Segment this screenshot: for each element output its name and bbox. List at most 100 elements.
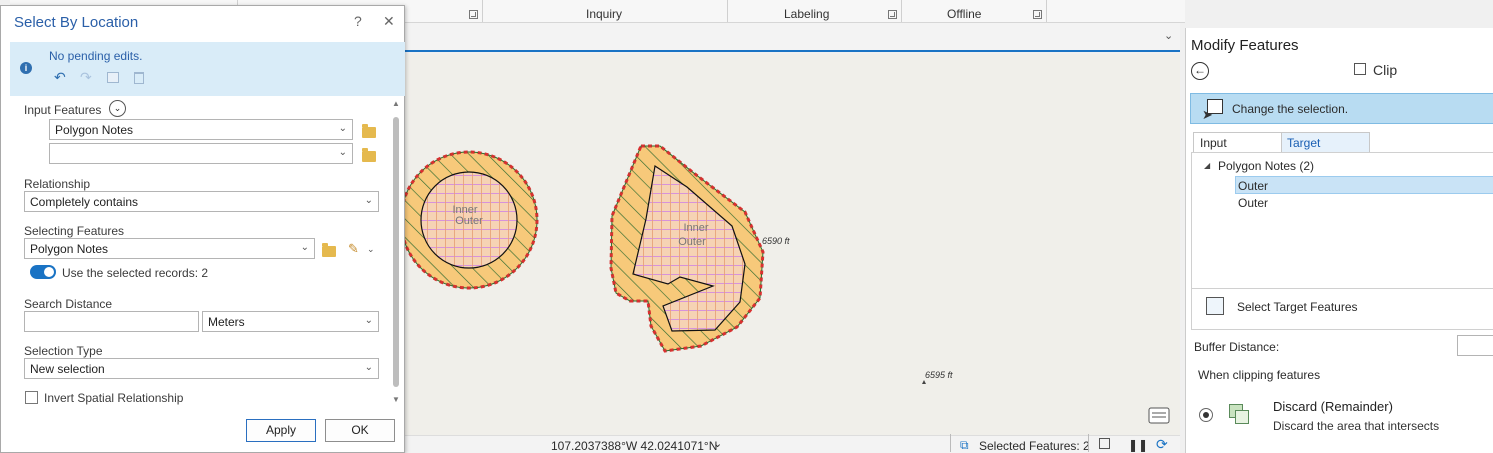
input-feature-2-select[interactable]: ⌄ <box>49 143 353 164</box>
tab-input-features[interactable]: Input Features <box>1193 132 1282 164</box>
invert-checkbox[interactable] <box>25 391 38 404</box>
option-description: Discard the area that intersects <box>1273 419 1440 433</box>
divider <box>1192 288 1493 289</box>
instruction-bar: ➤ Change the selection. <box>1190 93 1493 124</box>
app-edge <box>0 0 10 5</box>
map-view[interactable]: Inner Outer Inner Outer 6590 ft 6595 ft <box>405 54 1180 435</box>
input-features-label: Input Features <box>24 103 102 117</box>
edits-status-bar: i No pending edits. ↶ ↷ <box>10 42 405 96</box>
selection-type-select[interactable]: New selection ⌄ <box>24 358 379 379</box>
selected-features-icon: ⧉ <box>960 438 969 452</box>
option-title[interactable]: Discard (Remainder) <box>1273 399 1393 414</box>
help-button[interactable]: ? <box>354 13 362 29</box>
tree-item[interactable]: Outer <box>1238 196 1268 210</box>
tree-item-selected[interactable]: Outer <box>1235 176 1493 194</box>
ok-button[interactable]: OK <box>325 419 395 442</box>
selection-type-value: New selection <box>30 362 105 376</box>
coordinate-format-chevron-icon[interactable]: ⌄ <box>713 437 722 450</box>
tree-group-label[interactable]: Polygon Notes (2) <box>1218 159 1314 173</box>
select-target-button[interactable]: Select Target Features <box>1237 300 1358 314</box>
polygon-inner-label: Inner <box>683 222 708 234</box>
use-selected-label: Use the selected records: 2 <box>62 266 209 280</box>
scrollbar[interactable]: ▲ ▼ <box>391 99 401 409</box>
expand-chevron-icon[interactable]: ⌄ <box>109 100 126 117</box>
scroll-down-icon[interactable]: ▼ <box>392 395 400 404</box>
back-arrow-icon[interactable]: ← <box>1191 62 1209 80</box>
info-icon: i <box>20 62 32 74</box>
dropdown-chevron-icon: ⌄ <box>338 147 347 158</box>
discard-remainder-icon-back <box>1235 410 1249 424</box>
tab-list-chevron-icon[interactable]: ⌄ <box>1164 29 1173 42</box>
ribbon-separator <box>1046 0 1047 22</box>
radio-dot <box>1203 412 1209 418</box>
buffer-distance-input[interactable] <box>1457 335 1493 356</box>
undo-icon[interactable]: ↶ <box>54 69 66 86</box>
selected-features-count[interactable]: Selected Features: 2 <box>979 439 1090 453</box>
browse-folder-icon[interactable] <box>362 148 376 162</box>
selecting-features-select[interactable]: Polygon Notes ⌄ <box>24 238 315 259</box>
status-bar: 107.2037388°W 42.0241071°N ⌄ ⧉ Selected … <box>405 434 1180 453</box>
ribbon-group-inquiry: Inquiry <box>586 7 623 21</box>
search-distance-label: Search Distance <box>24 297 113 311</box>
instruction-text: Change the selection. <box>1232 102 1349 116</box>
relationship-label: Relationship <box>24 177 91 191</box>
tab-target-features[interactable]: Target Features <box>1281 132 1370 164</box>
polygon-outer-label: Outer <box>678 236 706 248</box>
ribbon-separator <box>482 0 483 22</box>
redo-icon[interactable]: ↷ <box>80 69 92 86</box>
dropdown-chevron-icon: ⌄ <box>338 123 347 134</box>
irregular-polygon[interactable] <box>609 144 765 353</box>
map-overview-icon[interactable] <box>1148 407 1170 424</box>
distance-unit-value: Meters <box>208 315 245 329</box>
use-selected-toggle[interactable] <box>30 265 56 279</box>
map-canvas: Inner Outer Inner Outer 6590 ft 6595 ft <box>405 144 1170 424</box>
map-tab-bar: ⌄ <box>405 23 1180 52</box>
buffer-distance-label: Buffer Distance: <box>1194 340 1280 354</box>
edits-status-text: No pending edits. <box>49 49 143 63</box>
contour-label: 6590 ft <box>762 236 790 246</box>
select-by-location-dialog: Select By Location ? ✕ i No pending edit… <box>0 5 405 453</box>
tool-name: Clip <box>1373 62 1398 78</box>
clip-tool-icon <box>1354 63 1366 75</box>
relationship-value: Completely contains <box>30 195 139 209</box>
discard-edits-icon[interactable] <box>134 72 144 84</box>
when-clipping-label: When clipping features <box>1198 368 1321 382</box>
ribbon-separator <box>727 0 728 22</box>
scrollbar-thumb[interactable] <box>393 117 399 387</box>
group-launcher-icon[interactable] <box>888 10 897 19</box>
group-launcher-icon[interactable] <box>469 10 478 19</box>
selecting-features-label: Selecting Features <box>24 224 125 238</box>
pencil-dropdown-chevron-icon[interactable]: ⌄ <box>367 244 375 255</box>
input-feature-1-select[interactable]: Polygon Notes ⌄ <box>49 119 353 140</box>
discard-radio[interactable] <box>1199 408 1213 422</box>
pause-drawing-icon[interactable]: ❚❚ <box>1128 438 1148 452</box>
collapse-triangle-icon[interactable]: ◢ <box>1204 161 1210 170</box>
browse-folder-icon[interactable] <box>322 243 336 257</box>
ribbon-separator <box>901 0 902 22</box>
toggle-knob <box>44 267 54 277</box>
filter-icon[interactable] <box>1099 438 1110 449</box>
contour-label: 6595 ft <box>925 370 953 380</box>
target-features-tree: ◢ Polygon Notes (2) Outer Outer Select T… <box>1191 152 1493 330</box>
refresh-icon[interactable]: ⟳ <box>1156 436 1168 453</box>
group-launcher-icon[interactable] <box>1033 10 1042 19</box>
invert-label: Invert Spatial Relationship <box>44 391 184 405</box>
cursor-arrow-icon: ➤ <box>1202 107 1213 122</box>
distance-unit-select[interactable]: Meters ⌄ <box>202 311 379 332</box>
dropdown-chevron-icon: ⌄ <box>364 362 373 373</box>
select-target-icon[interactable] <box>1206 297 1224 315</box>
pencil-icon[interactable]: ✎ <box>348 241 359 257</box>
spot-height-icon <box>922 380 926 384</box>
browse-folder-icon[interactable] <box>362 124 376 138</box>
save-edits-icon[interactable] <box>107 72 119 83</box>
input-feature-1-value: Polygon Notes <box>55 123 134 137</box>
apply-button[interactable]: Apply <box>246 419 316 442</box>
ribbon-group-labeling: Labeling <box>784 7 830 21</box>
relationship-select[interactable]: Completely contains ⌄ <box>24 191 379 212</box>
close-button[interactable]: ✕ <box>383 13 395 30</box>
circle-outer-label: Outer <box>455 215 483 227</box>
scroll-up-icon[interactable]: ▲ <box>392 99 400 108</box>
pane-title: Modify Features <box>1191 37 1299 54</box>
search-distance-input[interactable] <box>24 311 199 332</box>
dropdown-chevron-icon: ⌄ <box>364 315 373 326</box>
